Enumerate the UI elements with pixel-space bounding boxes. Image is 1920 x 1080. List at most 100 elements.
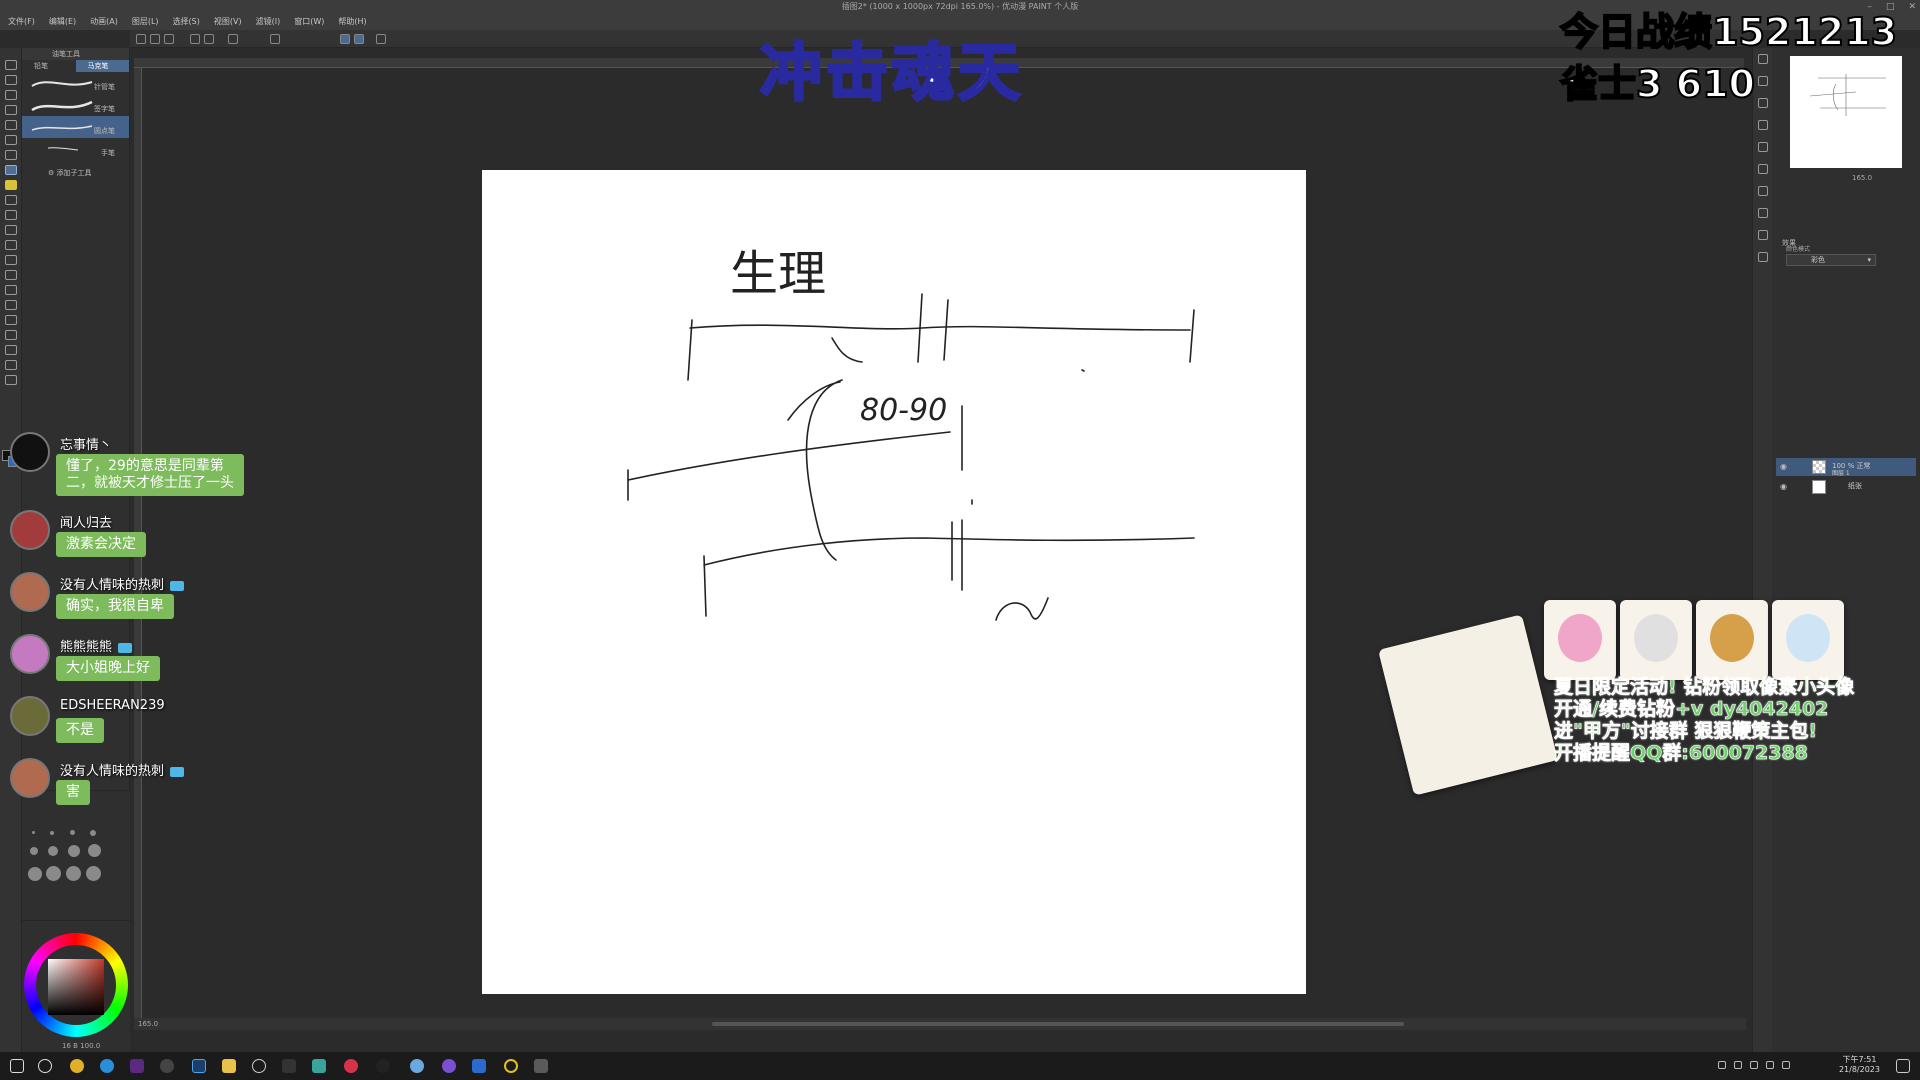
- eye-icon[interactable]: ◉: [1780, 462, 1787, 471]
- keyboard-icon[interactable]: [1782, 1061, 1790, 1069]
- brush-preset-item[interactable]: 手笔: [22, 138, 129, 160]
- search-icon[interactable]: [1758, 230, 1768, 240]
- app-icon[interactable]: [410, 1059, 424, 1073]
- add-subtool-button[interactable]: ⚙ 添加子工具: [22, 168, 129, 178]
- pen-tool-icon[interactable]: [5, 165, 17, 175]
- operation-tool-icon[interactable]: [5, 90, 17, 100]
- redo-icon[interactable]: [204, 34, 214, 44]
- close-icon[interactable]: ✕: [1908, 0, 1916, 14]
- photoshop-icon[interactable]: [192, 1059, 206, 1073]
- search-icon[interactable]: [38, 1059, 52, 1073]
- ruler-snap-icon[interactable]: [354, 34, 364, 44]
- fill-tool-icon[interactable]: [5, 270, 17, 280]
- color-wheel[interactable]: [24, 933, 128, 1037]
- move-tool-icon[interactable]: [5, 75, 17, 85]
- eyedropper-icon[interactable]: [5, 150, 17, 160]
- layer-row[interactable]: ◉ 100 % 正常 图层 1: [1776, 458, 1916, 477]
- blend-tool-icon[interactable]: [5, 255, 17, 265]
- tab-pencil[interactable]: 铅笔: [22, 60, 76, 72]
- gradient-tool-icon[interactable]: [5, 285, 17, 295]
- magic-wand-icon[interactable]: [5, 135, 17, 145]
- material-icon[interactable]: [1758, 142, 1768, 152]
- brush-size-option[interactable]: [66, 866, 81, 881]
- app-icon[interactable]: [344, 1059, 358, 1073]
- settings-icon[interactable]: [228, 34, 238, 44]
- menu-view[interactable]: 视图(V): [214, 14, 242, 30]
- menu-file[interactable]: 文件(F): [8, 14, 35, 30]
- horizontal-scrollbar[interactable]: [712, 1022, 1404, 1026]
- edge-icon[interactable]: [100, 1059, 114, 1073]
- brush-preset-item[interactable]: 针管笔: [22, 72, 129, 94]
- premiere-icon[interactable]: [130, 1059, 144, 1073]
- brush-size-option[interactable]: [88, 844, 101, 857]
- snap-icon[interactable]: [340, 34, 350, 44]
- canvas-area[interactable]: 生理 80-90: [142, 68, 1746, 1018]
- pen-pressure-icon[interactable]: [376, 34, 386, 44]
- app-icon[interactable]: [472, 1059, 486, 1073]
- app-icon[interactable]: [282, 1059, 296, 1073]
- saturation-value-square[interactable]: [48, 959, 104, 1015]
- text-tool-icon[interactable]: [5, 345, 17, 355]
- color-set-icon[interactable]: [1758, 120, 1768, 130]
- zoom-tool-icon[interactable]: [5, 60, 17, 70]
- brush-size-option[interactable]: [46, 866, 61, 881]
- tab-marker[interactable]: 马克笔: [75, 60, 129, 72]
- start-icon[interactable]: [10, 1059, 24, 1073]
- auto-action-icon[interactable]: [1758, 186, 1768, 196]
- menu-help[interactable]: 帮助(H): [338, 14, 366, 30]
- figure-tool-icon[interactable]: [5, 300, 17, 310]
- pencil-tool-icon[interactable]: [5, 180, 17, 190]
- brush-size-option[interactable]: [48, 846, 58, 856]
- drawing-canvas[interactable]: 生理 80-90: [482, 170, 1306, 994]
- ruler-tool-icon[interactable]: [5, 330, 17, 340]
- eye-icon[interactable]: ◉: [1780, 482, 1787, 491]
- layer-move-icon[interactable]: [5, 105, 17, 115]
- file-explorer-icon[interactable]: [222, 1059, 236, 1073]
- brush-size-option[interactable]: [30, 847, 38, 855]
- eraser-tool-icon[interactable]: [5, 240, 17, 250]
- transform-icon[interactable]: [270, 34, 280, 44]
- taskbar-clock[interactable]: 下午7:51 21/8/2023: [1839, 1055, 1880, 1075]
- brush-preset-item-active[interactable]: 圆点笔: [22, 116, 129, 138]
- menu-edit[interactable]: 编辑(E): [49, 14, 76, 30]
- network-icon[interactable]: [1750, 1061, 1758, 1069]
- menu-layer[interactable]: 图层(L): [132, 14, 159, 30]
- save-icon[interactable]: [164, 34, 174, 44]
- app-icon[interactable]: [376, 1059, 390, 1073]
- balloon-tool-icon[interactable]: [5, 360, 17, 370]
- menu-select[interactable]: 选择(S): [173, 14, 200, 30]
- color-mode-select[interactable]: 彩色 ▾: [1786, 254, 1876, 266]
- menu-animation[interactable]: 动画(A): [90, 14, 118, 30]
- tray-icon[interactable]: [1734, 1061, 1742, 1069]
- brush-tool-icon[interactable]: [5, 195, 17, 205]
- frame-tool-icon[interactable]: [5, 315, 17, 325]
- brush-size-option[interactable]: [32, 831, 35, 834]
- app-icon[interactable]: [442, 1059, 456, 1073]
- app-icon[interactable]: [252, 1059, 266, 1073]
- volume-icon[interactable]: [1766, 1061, 1774, 1069]
- menu-filter[interactable]: 滤镜(I): [256, 14, 281, 30]
- chrome-icon[interactable]: [70, 1059, 84, 1073]
- new-file-icon[interactable]: [136, 34, 146, 44]
- selection-tool-icon[interactable]: [5, 120, 17, 130]
- brush-size-option[interactable]: [90, 830, 96, 836]
- app-icon[interactable]: [160, 1059, 174, 1073]
- app-icon[interactable]: [312, 1059, 326, 1073]
- history-icon[interactable]: [1758, 164, 1768, 174]
- brush-size-option[interactable]: [68, 845, 80, 857]
- decoration-tool-icon[interactable]: [5, 225, 17, 235]
- brush-size-option[interactable]: [28, 867, 42, 881]
- brush-size-option[interactable]: [70, 830, 75, 835]
- notification-icon[interactable]: [1896, 1059, 1910, 1073]
- correct-line-tool-icon[interactable]: [5, 375, 17, 385]
- layer-row[interactable]: ◉ 纸张: [1776, 478, 1916, 496]
- tray-icon[interactable]: [1718, 1061, 1726, 1069]
- item-bank-icon[interactable]: [1758, 208, 1768, 218]
- undo-icon[interactable]: [190, 34, 200, 44]
- airbrush-tool-icon[interactable]: [5, 210, 17, 220]
- brush-preset-item[interactable]: 签字笔: [22, 94, 129, 116]
- brush-size-option[interactable]: [50, 831, 54, 835]
- timeline-icon[interactable]: [1758, 252, 1768, 262]
- app-icon[interactable]: [504, 1059, 518, 1073]
- open-file-icon[interactable]: [150, 34, 160, 44]
